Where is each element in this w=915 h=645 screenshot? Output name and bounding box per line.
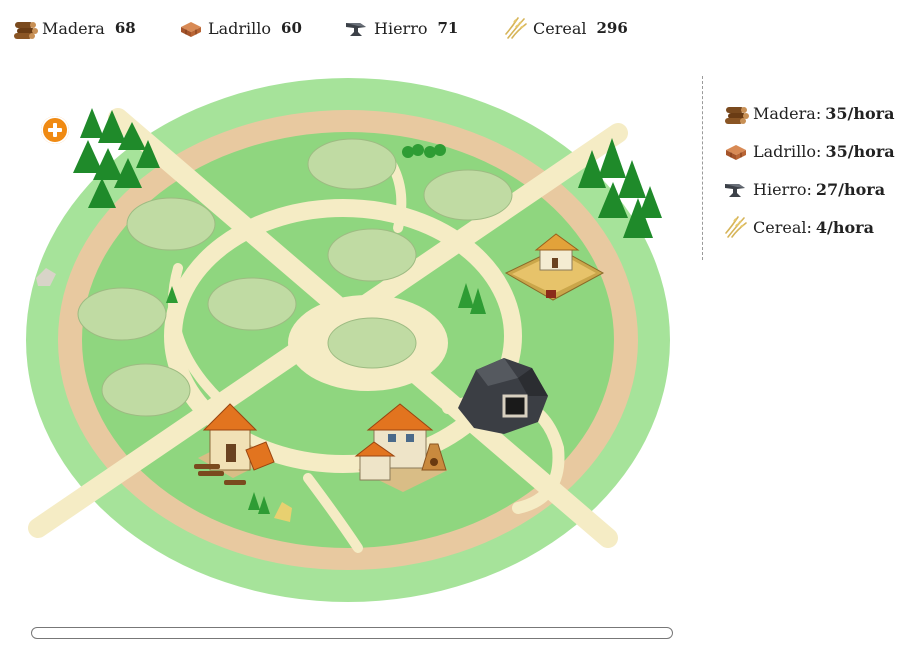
empty-plot[interactable] xyxy=(423,169,513,221)
production-label: Ladrillo: xyxy=(753,141,822,161)
wheat-icon xyxy=(723,214,749,240)
resource-name: Ladrillo xyxy=(208,18,272,38)
iron-anvil-icon xyxy=(723,176,749,202)
resource-amount: 60 xyxy=(281,19,302,37)
resource-amount: 71 xyxy=(437,19,459,37)
production-row-madera: Madera: 35/hora xyxy=(723,100,894,126)
production-panel: Madera: 35/hora Ladrillo: 35/hora Hierro… xyxy=(702,76,913,260)
empty-plot[interactable] xyxy=(126,197,216,251)
wood-logs-icon xyxy=(12,15,38,41)
resource-ladrillo: Ladrillo 60 xyxy=(178,14,302,42)
empty-plot[interactable] xyxy=(327,317,417,369)
production-label: Hierro: xyxy=(753,179,812,199)
resource-amount: 68 xyxy=(114,19,136,37)
resource-name: Madera xyxy=(42,18,105,38)
production-row-hierro: Hierro: 27/hora xyxy=(723,176,885,202)
resource-amount: 296 xyxy=(596,19,628,37)
resource-name: Cereal xyxy=(533,18,587,38)
empty-plot[interactable] xyxy=(307,138,397,190)
empty-plot[interactable] xyxy=(77,287,167,341)
plus-circle-icon[interactable] xyxy=(41,116,69,144)
production-rate: 35/hora xyxy=(825,103,895,123)
empty-plot[interactable] xyxy=(327,228,417,282)
village-map xyxy=(18,78,672,606)
brick-stack-icon xyxy=(723,138,749,164)
production-label: Madera: xyxy=(753,103,822,123)
wheat-icon xyxy=(503,15,529,41)
empty-plot[interactable] xyxy=(101,363,191,417)
iron-anvil-icon xyxy=(344,15,370,41)
production-row-cereal: Cereal: 4/hora xyxy=(723,214,874,240)
resource-bar: Madera 68 Ladrillo 60 Hierro 71 Cereal 2… xyxy=(0,0,915,56)
production-rate: 4/hora xyxy=(815,217,874,237)
brick-stack-icon xyxy=(178,15,204,41)
resource-hierro: Hierro 71 xyxy=(344,14,458,42)
resource-cereal: Cereal 296 xyxy=(503,14,628,42)
production-row-ladrillo: Ladrillo: 35/hora xyxy=(723,138,895,164)
horizontal-scrollbar[interactable] xyxy=(31,627,673,639)
resource-madera: Madera 68 xyxy=(12,14,136,42)
production-rate: 35/hora xyxy=(825,141,895,161)
resource-name: Hierro xyxy=(374,18,428,38)
wood-logs-icon xyxy=(723,100,749,126)
production-rate: 27/hora xyxy=(815,179,886,199)
production-label: Cereal: xyxy=(753,217,812,237)
empty-plot[interactable] xyxy=(207,277,297,331)
